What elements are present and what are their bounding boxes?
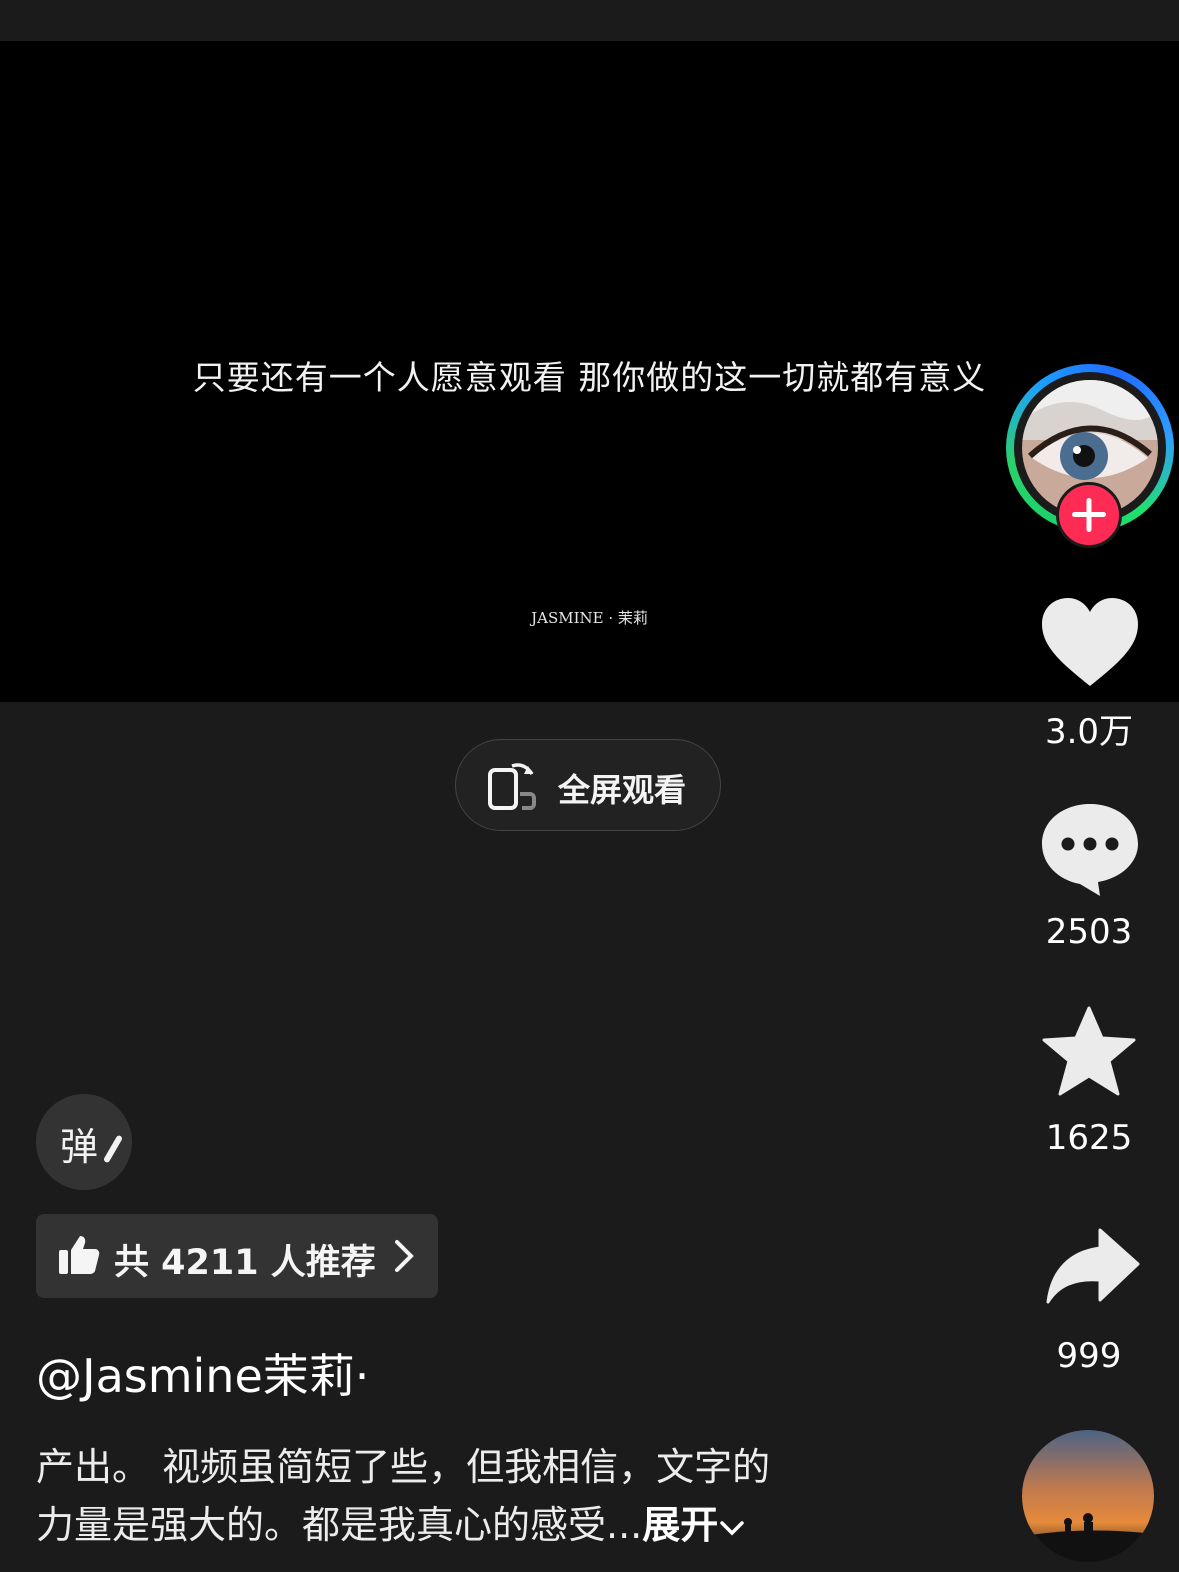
music-cover-image [1022, 1430, 1154, 1562]
comment-icon[interactable] [1040, 800, 1140, 898]
status-bar [0, 0, 1179, 41]
fullscreen-button[interactable]: 全屏观看 [455, 739, 721, 831]
video-quote-text: 只要还有一个人愿意观看 那你做的这一切就都有意义 [192, 358, 987, 397]
description-text: 力量是强大的。都是我真心的感受... [36, 1503, 643, 1547]
description-line-1: 产出。 视频虽简短了些，但我相信，文字的 [36, 1445, 771, 1489]
favorite-count-wrap: 1625 [1019, 1118, 1159, 1158]
danmaku-label: 弹 [60, 1125, 99, 1169]
description-line-2: 力量是强大的。都是我真心的感受...展开 [36, 1496, 896, 1554]
heart-icon[interactable] [1040, 596, 1140, 688]
share-icon[interactable] [1044, 1228, 1140, 1306]
video-watermark: JASMINE · 茉莉 [531, 609, 648, 627]
author-username[interactable]: @Jasmine茉莉· [36, 1340, 369, 1406]
video-player[interactable]: 只要还有一个人愿意观看 那你做的这一切就都有意义 JASMINE · 茉莉 [0, 41, 1179, 702]
rotate-phone-icon [488, 763, 536, 810]
chevron-right-icon [395, 1240, 414, 1272]
share-count-wrap: 999 [1019, 1336, 1159, 1376]
expand-button[interactable]: 展开 [642, 1503, 718, 1547]
like-count-wrap: 3.0万 [1019, 704, 1159, 753]
follow-button[interactable] [1056, 482, 1122, 548]
share-count: 999 [1056, 1336, 1122, 1376]
thumbs-up-icon [59, 1236, 100, 1274]
recommend-label: 共 4211 人推荐 [114, 1243, 376, 1283]
plus-icon [1072, 498, 1106, 532]
slash-icon [102, 1134, 124, 1164]
comment-count-wrap: 2503 [1019, 912, 1159, 952]
fullscreen-label: 全屏观看 [558, 771, 687, 809]
favorite-count: 1625 [1045, 1118, 1133, 1158]
music-disc[interactable] [1022, 1430, 1154, 1562]
star-icon[interactable] [1042, 1006, 1136, 1098]
chevron-down-icon[interactable] [718, 1518, 746, 1538]
like-count: 3.0万 [1044, 712, 1134, 752]
comment-count: 2503 [1045, 912, 1133, 952]
danmaku-toggle-button[interactable]: 弹 [36, 1094, 132, 1190]
recommend-button[interactable]: 共 4211 人推荐 [36, 1214, 438, 1298]
